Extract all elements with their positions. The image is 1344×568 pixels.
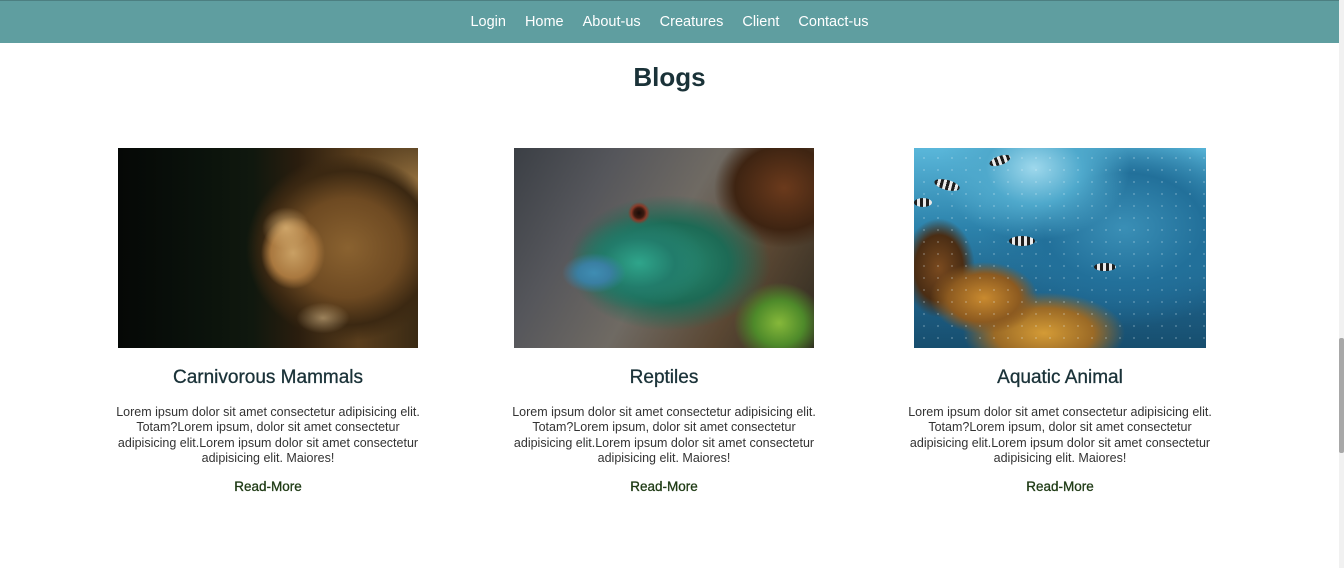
navbar: Login Home About-us Creatures Client Con… [0, 0, 1339, 43]
coral-reef-image [914, 148, 1206, 348]
card-description: Lorem ipsum dolor sit amet consectetur a… [116, 405, 420, 465]
card-title: Aquatic Animal [997, 367, 1123, 388]
read-more-link[interactable]: Read-More [895, 479, 1225, 495]
fish-shape [914, 198, 932, 207]
scrollbar-thumb[interactable] [1339, 338, 1344, 453]
page-title: Blogs [633, 62, 706, 92]
nav-menu: Login Home About-us Creatures Client Con… [0, 1, 1339, 43]
card-title: Carnivorous Mammals [172, 367, 364, 388]
blog-card-aquatic-animal: Aquatic Animal Lorem ipsum dolor sit ame… [895, 148, 1225, 494]
card-description: Lorem ipsum dolor sit amet consectetur a… [512, 405, 816, 465]
card-description: Lorem ipsum dolor sit amet consectetur a… [908, 405, 1212, 465]
card-title: Reptiles [629, 367, 699, 388]
blog-card-carnivorous-mammals: Carnivorous Mammals Lorem ipsum dolor si… [103, 148, 433, 494]
nav-link-about-us[interactable]: About-us [583, 15, 641, 30]
scrollbar-track[interactable] [1339, 0, 1344, 568]
fish-shape [1009, 236, 1035, 246]
blog-card-reptiles: Reptiles Lorem ipsum dolor sit amet cons… [499, 148, 829, 494]
nav-link-creatures[interactable]: Creatures [660, 15, 724, 30]
lion-image [118, 148, 418, 348]
read-more-link[interactable]: Read-More [103, 479, 433, 495]
nav-link-home[interactable]: Home [525, 15, 564, 30]
fish-school-texture [914, 148, 1206, 348]
fish-shape [1094, 263, 1116, 271]
nav-link-login[interactable]: Login [470, 15, 505, 30]
read-more-link[interactable]: Read-More [499, 479, 829, 495]
page: Login Home About-us Creatures Client Con… [0, 0, 1344, 568]
nav-link-contact-us[interactable]: Contact-us [798, 15, 868, 30]
nav-link-client[interactable]: Client [742, 15, 779, 30]
iguana-image [514, 148, 814, 348]
